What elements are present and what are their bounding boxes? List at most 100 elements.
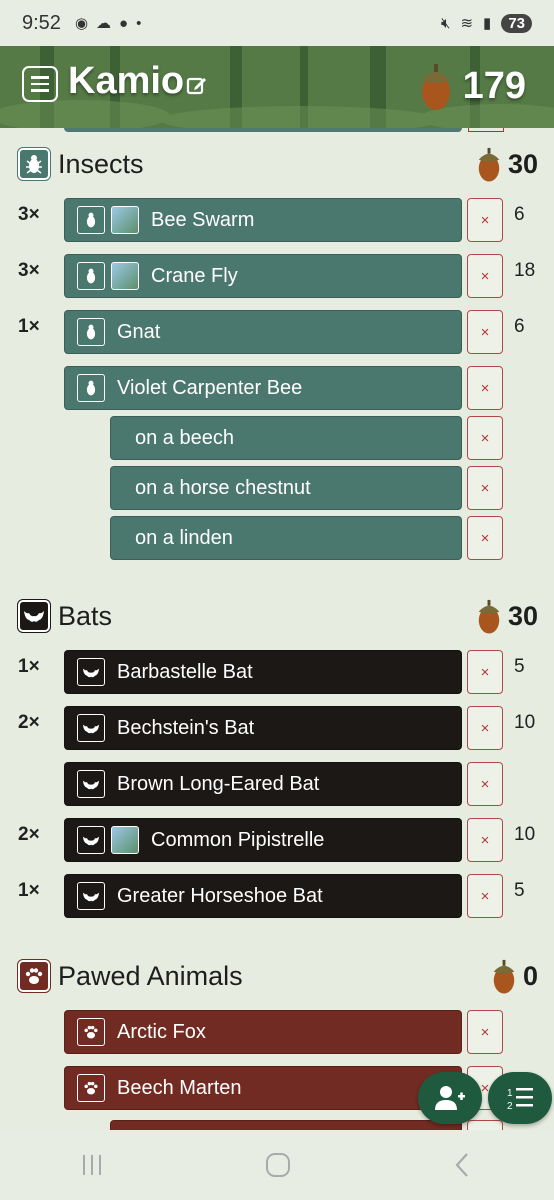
numbered-list-icon: 1 2 bbox=[507, 1088, 533, 1111]
list-item: 1× Barbastelle Bat × 5 bbox=[0, 650, 554, 694]
add-person-button[interactable] bbox=[418, 1072, 482, 1124]
variant-label: on a linden bbox=[135, 526, 233, 549]
remove-button[interactable]: × bbox=[467, 416, 503, 460]
section-score-value: 30 bbox=[507, 148, 538, 179]
variant-button-horse-chestnut[interactable]: on a horse chestnut bbox=[110, 466, 462, 510]
species-button-violet-carpenter-bee[interactable]: Violet Carpenter Bee bbox=[64, 366, 462, 410]
species-button-crane-fly[interactable]: Crane Fly bbox=[64, 254, 462, 298]
remove-button[interactable]: × bbox=[467, 198, 503, 242]
item-quantity: 1× bbox=[18, 656, 40, 677]
bat-icon bbox=[77, 658, 105, 686]
item-quantity: 2× bbox=[18, 824, 40, 845]
species-label: Barbastelle Bat bbox=[117, 660, 253, 683]
clipped-remove-button bbox=[468, 128, 504, 132]
species-button-beech-marten[interactable]: Beech Marten bbox=[64, 1066, 462, 1110]
species-button-bechsteins-bat[interactable]: Bechstein's Bat bbox=[64, 706, 462, 750]
section-score-value: 30 bbox=[507, 600, 538, 631]
section-title-insects: Insects bbox=[58, 148, 144, 179]
paw-icon bbox=[17, 959, 51, 993]
status-bar: 9:52 ◉ ☁ ● • 🔇︎ ≋ ▮ 73 bbox=[0, 0, 554, 46]
species-label: Beech Marten bbox=[117, 1076, 242, 1099]
remove-button[interactable]: × bbox=[467, 650, 503, 694]
section-score-value: 0 bbox=[522, 960, 538, 991]
remove-button[interactable]: × bbox=[467, 762, 503, 806]
section-header-pawed: Pawed Animals 0 bbox=[17, 956, 538, 996]
bug-icon bbox=[77, 374, 105, 402]
section-score-insects: 30 bbox=[476, 145, 538, 183]
remove-button[interactable]: × bbox=[467, 310, 503, 354]
remove-button[interactable]: × bbox=[467, 874, 503, 918]
species-label: Violet Carpenter Bee bbox=[117, 376, 303, 399]
remove-button[interactable]: × bbox=[467, 818, 503, 862]
bat-icon bbox=[77, 826, 105, 854]
species-label: Bechstein's Bat bbox=[117, 716, 255, 739]
signal-icon: ▮ bbox=[483, 15, 492, 32]
home-icon[interactable] bbox=[264, 1151, 292, 1179]
variant-button-linden[interactable]: on a linden bbox=[110, 516, 462, 560]
variant-label: on a beech bbox=[135, 426, 234, 449]
species-label: Bee Swarm bbox=[151, 208, 255, 231]
list-item: 1× Gnat × 6 bbox=[0, 310, 554, 354]
edit-icon[interactable] bbox=[186, 74, 208, 96]
species-button-brown-long-eared-bat[interactable]: Brown Long-Eared Bat bbox=[64, 762, 462, 806]
clipped-row bbox=[64, 128, 462, 132]
svg-text:1: 1 bbox=[507, 1088, 513, 1099]
section-title-pawed: Pawed Animals bbox=[58, 960, 243, 991]
remove-button[interactable]: × bbox=[467, 466, 503, 510]
species-button-barbastelle-bat[interactable]: Barbastelle Bat bbox=[64, 650, 462, 694]
species-label: Greater Horseshoe Bat bbox=[117, 884, 323, 907]
battery-icon: 73 bbox=[501, 13, 532, 33]
paw-icon bbox=[77, 1074, 105, 1102]
remove-button[interactable]: × bbox=[467, 706, 503, 750]
item-points: 5 bbox=[514, 880, 525, 901]
item-quantity: 1× bbox=[18, 316, 40, 337]
item-points: 10 bbox=[514, 712, 536, 733]
item-points: 5 bbox=[514, 656, 525, 677]
species-button-gnat[interactable]: Gnat bbox=[64, 310, 462, 354]
species-button-common-pipistrelle[interactable]: Common Pipistrelle bbox=[64, 818, 462, 862]
item-points: 10 bbox=[514, 824, 536, 845]
species-list[interactable]: Insects 30 3× Bee Swarm × 6 3× Crane Fly… bbox=[0, 128, 554, 1130]
app-title[interactable]: Kamio bbox=[68, 60, 184, 103]
list-item: 1× Greater Horseshoe Bat × 5 bbox=[0, 874, 554, 918]
bug-icon bbox=[77, 262, 105, 290]
system-nav-bar bbox=[0, 1130, 554, 1200]
status-notification-icons: ◉ ☁ ● • bbox=[74, 14, 142, 33]
ordered-list-button[interactable]: 1 2 bbox=[488, 1072, 552, 1124]
list-item: 2× Common Pipistrelle × 10 bbox=[0, 818, 554, 862]
remove-button[interactable]: × bbox=[467, 254, 503, 298]
game-controller-icon: ◉ bbox=[74, 15, 89, 32]
paw-icon bbox=[77, 1018, 105, 1046]
bat-icon bbox=[77, 770, 105, 798]
list-item: on a beech × bbox=[0, 416, 554, 460]
dot-icon: • bbox=[136, 14, 142, 32]
species-label: Common Pipistrelle bbox=[151, 828, 325, 851]
bug-icon bbox=[17, 147, 51, 181]
acorn-icon bbox=[493, 959, 515, 994]
list-item: 2× Bechstein's Bat × 10 bbox=[0, 706, 554, 750]
list-item: 3× Crane Fly × 18 bbox=[0, 254, 554, 298]
bat-icon bbox=[17, 599, 51, 633]
remove-button[interactable]: × bbox=[467, 366, 503, 410]
species-label: Crane Fly bbox=[151, 264, 238, 287]
recents-icon[interactable] bbox=[79, 1152, 105, 1178]
section-header-insects: Insects 30 bbox=[17, 144, 538, 184]
bat-icon bbox=[77, 882, 105, 910]
add-person-icon bbox=[435, 1086, 465, 1110]
remove-button[interactable]: × bbox=[467, 516, 503, 560]
section-score-pawed: 0 bbox=[491, 957, 538, 995]
list-item: on a horse chestnut × bbox=[0, 466, 554, 510]
variant-button-beech[interactable]: on a beech bbox=[110, 416, 462, 460]
list-item: 3× Bee Swarm × 6 bbox=[0, 198, 554, 242]
species-button-bee-swarm[interactable]: Bee Swarm bbox=[64, 198, 462, 242]
list-item: Violet Carpenter Bee × bbox=[0, 366, 554, 410]
species-button-greater-horseshoe-bat[interactable]: Greater Horseshoe Bat bbox=[64, 874, 462, 918]
remove-button[interactable] bbox=[467, 1120, 503, 1130]
back-icon[interactable] bbox=[451, 1151, 475, 1179]
item-points: 18 bbox=[514, 260, 536, 281]
cloud-icon: ☁ bbox=[96, 15, 112, 32]
menu-button[interactable] bbox=[22, 66, 58, 102]
species-button-arctic-fox[interactable]: Arctic Fox bbox=[64, 1010, 462, 1054]
remove-button[interactable]: × bbox=[467, 1010, 503, 1054]
reddit-icon: ● bbox=[119, 14, 129, 32]
